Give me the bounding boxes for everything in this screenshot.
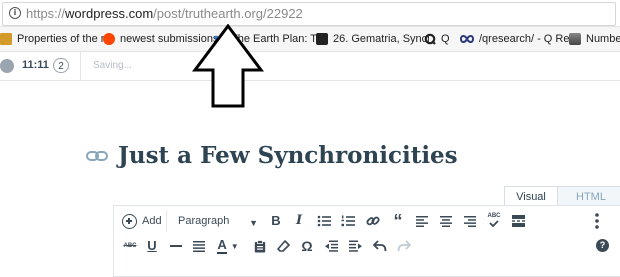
redo-icon bbox=[397, 240, 411, 252]
save-status: Saving... bbox=[93, 60, 132, 71]
paragraph-format-select[interactable]: Paragraph ▼ bbox=[178, 212, 258, 230]
italic-button[interactable]: I bbox=[292, 212, 306, 230]
link-icon[interactable] bbox=[86, 149, 108, 163]
bookmark-item[interactable]: Q bbox=[424, 31, 450, 47]
outdent-icon bbox=[324, 240, 338, 252]
image-icon bbox=[569, 33, 581, 45]
chevron-down-icon: ▼ bbox=[249, 218, 258, 228]
editor-mode-tabs: Visual HTML bbox=[504, 186, 620, 206]
bookmark-label: 26. Gematria, Synchr bbox=[333, 33, 429, 45]
url-prefix: https:// bbox=[26, 6, 66, 21]
checkmark-icon bbox=[489, 220, 499, 227]
text-color-icon: A bbox=[217, 237, 227, 254]
q-icon bbox=[424, 33, 436, 45]
site-info-icon[interactable]: i bbox=[9, 7, 21, 19]
align-center-icon bbox=[440, 216, 452, 227]
align-right-button[interactable] bbox=[462, 212, 478, 230]
numbered-list-icon bbox=[341, 215, 355, 227]
undo-icon bbox=[373, 240, 387, 252]
indent-button[interactable] bbox=[347, 238, 363, 254]
editor-status-bar: 11:11 2 Saving... bbox=[0, 52, 620, 81]
tab-visual[interactable]: Visual bbox=[504, 186, 558, 206]
tab-html[interactable]: HTML bbox=[558, 186, 620, 206]
undo-button[interactable] bbox=[372, 238, 388, 254]
abc-label: ABC bbox=[487, 213, 501, 219]
add-label: Add bbox=[142, 215, 162, 227]
align-right-icon bbox=[464, 216, 476, 227]
bold-button[interactable]: B bbox=[269, 212, 283, 230]
reddit-icon bbox=[103, 33, 115, 45]
align-center-button[interactable] bbox=[438, 212, 454, 230]
clear-formatting-button[interactable] bbox=[275, 238, 291, 254]
align-left-icon bbox=[416, 216, 428, 227]
browser-url-bar: i https://wordpress.com/post/truthearth.… bbox=[0, 0, 620, 27]
bullet-list-icon bbox=[317, 215, 331, 227]
read-more-icon bbox=[511, 215, 525, 227]
wordpress-logo-icon[interactable] bbox=[0, 59, 14, 73]
indent-icon bbox=[348, 240, 362, 252]
url-path: /post/truthearth.org/22922 bbox=[153, 6, 303, 21]
blockquote-button[interactable]: “ bbox=[390, 211, 406, 231]
paste-as-text-button[interactable] bbox=[252, 238, 268, 254]
folder-icon bbox=[0, 33, 12, 45]
notification-count-badge[interactable]: 2 bbox=[53, 58, 69, 73]
redo-button[interactable] bbox=[396, 238, 412, 254]
horizontal-rule-icon bbox=[170, 245, 182, 247]
insert-more-button[interactable] bbox=[510, 212, 526, 230]
bookmark-item[interactable]: Number bbox=[569, 31, 620, 47]
bold-icon: B bbox=[271, 213, 281, 228]
strikethrough-button[interactable]: ABC bbox=[122, 238, 138, 254]
text-color-button[interactable]: A ▼ bbox=[216, 238, 240, 254]
insert-link-button[interactable] bbox=[365, 212, 381, 230]
divider bbox=[166, 210, 167, 232]
bookmark-item[interactable]: 26. Gematria, Synchr bbox=[316, 31, 429, 47]
editor-time: 11:11 bbox=[22, 59, 49, 71]
download-icon bbox=[316, 33, 328, 45]
more-options-button[interactable] bbox=[592, 210, 602, 232]
bookmark-item[interactable]: /qresearch/ - Q Rese bbox=[460, 31, 579, 47]
special-character-button[interactable]: Ω bbox=[299, 238, 315, 254]
bookmark-label: Number bbox=[586, 33, 620, 45]
align-left-button[interactable] bbox=[414, 212, 430, 230]
add-media-button[interactable]: Add bbox=[122, 212, 162, 230]
bookmark-label: /qresearch/ - Q Rese bbox=[479, 33, 579, 45]
up-arrow-annotation-icon bbox=[192, 24, 264, 108]
post-title-row: Just a Few Synchronicities bbox=[86, 142, 458, 169]
format-value: Paragraph bbox=[178, 215, 230, 227]
url-host: wordpress.com bbox=[65, 6, 154, 21]
bookmarks-bar: Properties of the nu newest submissions … bbox=[0, 27, 620, 52]
help-icon: ? bbox=[596, 239, 609, 252]
link-icon bbox=[366, 216, 380, 226]
bulleted-list-button[interactable] bbox=[316, 212, 332, 230]
quote-icon: “ bbox=[393, 211, 403, 231]
align-justify-icon bbox=[193, 241, 205, 252]
divider bbox=[80, 52, 81, 80]
vertical-ellipsis-icon bbox=[595, 213, 599, 229]
url-text[interactable]: https://wordpress.com/post/truthearth.or… bbox=[26, 6, 303, 21]
clipboard-icon bbox=[254, 239, 266, 252]
eraser-icon bbox=[276, 239, 290, 252]
italic-icon: I bbox=[295, 213, 303, 228]
underline-icon: U bbox=[147, 238, 157, 253]
horizontal-line-button[interactable] bbox=[168, 238, 184, 254]
numbered-list-button[interactable] bbox=[340, 212, 356, 230]
spellcheck-button[interactable]: ABC bbox=[485, 210, 503, 230]
editor-toolbar: Add Paragraph ▼ B I “ ABC ABC U A ▼ Ω ? bbox=[113, 205, 620, 277]
chevron-down-icon: ▼ bbox=[230, 241, 239, 251]
address-bar[interactable]: i https://wordpress.com/post/truthearth.… bbox=[2, 2, 616, 26]
underline-button[interactable]: U bbox=[144, 238, 160, 254]
outdent-button[interactable] bbox=[323, 238, 339, 254]
strikethrough-icon: ABC bbox=[123, 243, 137, 249]
help-button[interactable]: ? bbox=[596, 239, 609, 252]
plus-circle-icon bbox=[122, 213, 137, 229]
infinity-icon bbox=[460, 35, 474, 43]
omega-icon: Ω bbox=[301, 238, 313, 254]
bookmark-label: Q bbox=[441, 33, 450, 45]
justify-button[interactable] bbox=[191, 238, 207, 254]
post-title[interactable]: Just a Few Synchronicities bbox=[118, 142, 458, 169]
